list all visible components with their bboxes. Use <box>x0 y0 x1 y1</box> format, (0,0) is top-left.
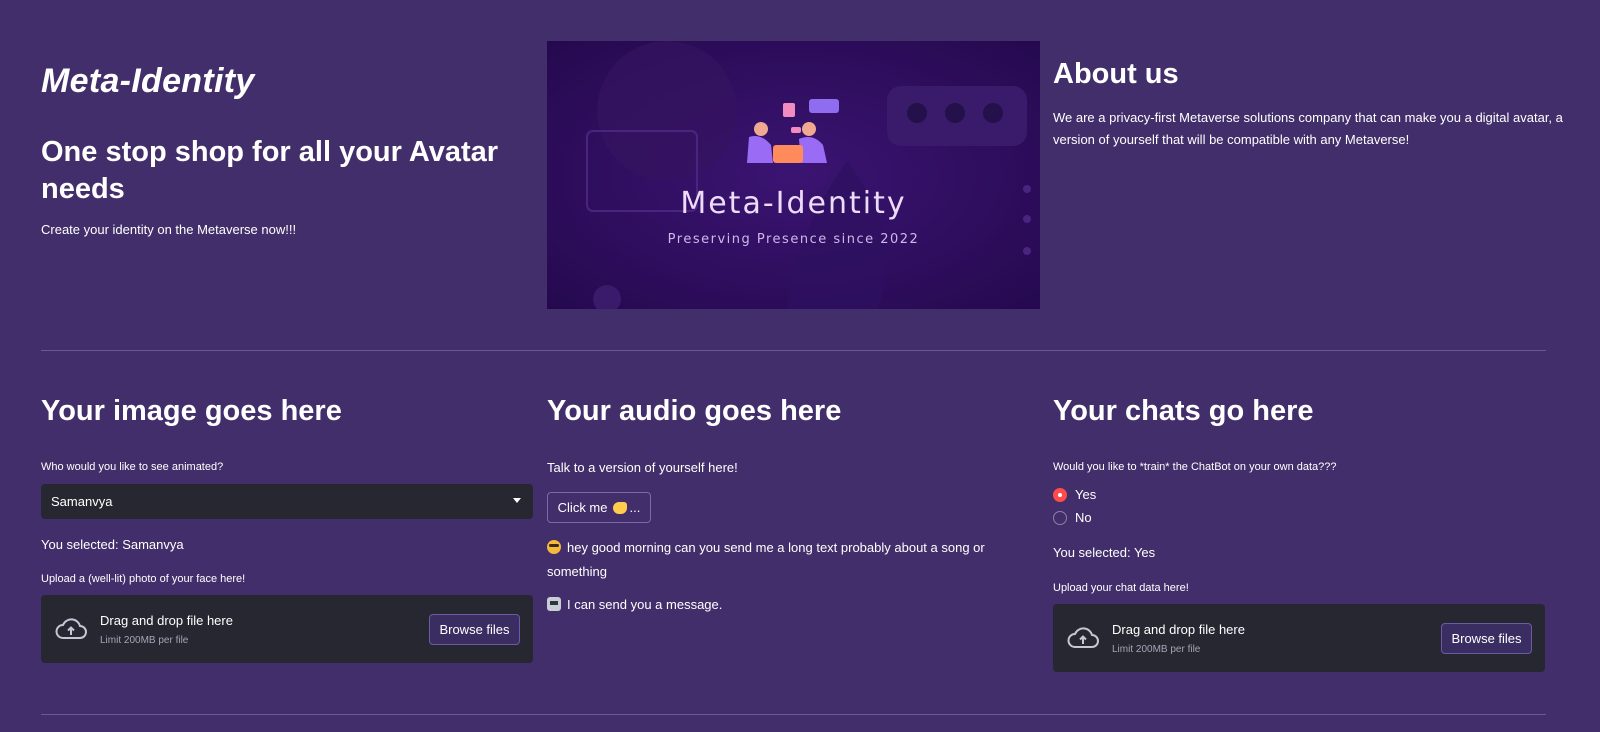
about-heading: About us <box>1053 58 1179 90</box>
image-section-heading: Your image goes here <box>41 395 342 427</box>
chat-message-text: I can send you a message. <box>567 597 723 612</box>
audio-section-heading: Your audio goes here <box>547 395 842 427</box>
radio-unselected-icon <box>1053 510 1067 525</box>
banner-tagline: Preserving Presence since 2022 <box>668 232 920 247</box>
click-me-label: Click me <box>557 500 608 515</box>
chat-message-user: hey good morning can you send me a long … <box>547 536 1017 584</box>
chevron-down-icon <box>513 498 521 503</box>
section-divider <box>41 350 1546 351</box>
click-me-suffix: ... <box>629 500 641 515</box>
pointing-hand-icon <box>612 501 627 514</box>
cloud-upload-icon <box>55 618 87 639</box>
robot-icon <box>547 597 561 611</box>
click-me-button[interactable]: Click me ... <box>547 492 651 523</box>
radio-selected-icon <box>1053 487 1067 502</box>
dropzone-limit: Limit 200MB per file <box>1112 644 1201 655</box>
radio-option-yes[interactable]: Yes <box>1053 487 1096 502</box>
dropzone-limit: Limit 200MB per file <box>100 635 189 646</box>
face-photo-dropzone[interactable]: Drag and drop file here Limit 200MB per … <box>41 595 533 663</box>
train-question-label: Would you like to *train* the ChatBot on… <box>1053 461 1337 473</box>
radio-option-label: Yes <box>1075 487 1097 502</box>
app-subtitle: One stop shop for all your Avatar needs <box>41 136 499 205</box>
animate-select-label: Who would you like to see animated? <box>41 461 224 473</box>
banner-title: Meta-Identity <box>680 186 906 221</box>
chat-message-text: hey good morning can you send me a long … <box>547 540 985 579</box>
browse-files-button[interactable]: Browse files <box>1441 623 1532 654</box>
section-divider <box>41 714 1546 715</box>
chat-data-dropzone[interactable]: Drag and drop file here Limit 200MB per … <box>1053 604 1545 672</box>
app-title: Meta-Identity <box>41 62 255 100</box>
browse-files-button[interactable]: Browse files <box>429 614 520 645</box>
chat-upload-label: Upload your chat data here! <box>1053 582 1189 594</box>
chat-message-bot: I can send you a message. <box>547 593 1017 617</box>
smiling-face-with-sunglasses-icon <box>547 540 561 554</box>
chat-section-heading: Your chats go here <box>1053 395 1314 427</box>
dropzone-instruction: Drag and drop file here <box>1112 622 1245 637</box>
select-value: Samanvya <box>51 494 113 509</box>
brand-banner-image: Meta-Identity Preserving Presence since … <box>547 41 1040 309</box>
dropzone-instruction: Drag and drop file here <box>100 613 233 628</box>
selected-option-text: You selected: Yes <box>1053 545 1156 560</box>
cloud-upload-icon <box>1067 627 1099 648</box>
face-upload-label: Upload a (well-lit) photo of your face h… <box>41 573 246 585</box>
animate-person-select[interactable]: Samanvya <box>41 484 533 519</box>
app-description: Create your identity on the Metaverse no… <box>41 222 297 237</box>
audio-intro-text: Talk to a version of yourself here! <box>547 460 738 475</box>
about-text: We are a privacy-first Metaverse solutio… <box>1053 110 1563 147</box>
radio-option-no[interactable]: No <box>1053 510 1092 525</box>
radio-option-label: No <box>1075 510 1092 525</box>
streamlit-page: Meta-Identity One stop shop for all your… <box>0 0 1600 732</box>
selected-person-text: You selected: Samanvya <box>41 537 184 552</box>
